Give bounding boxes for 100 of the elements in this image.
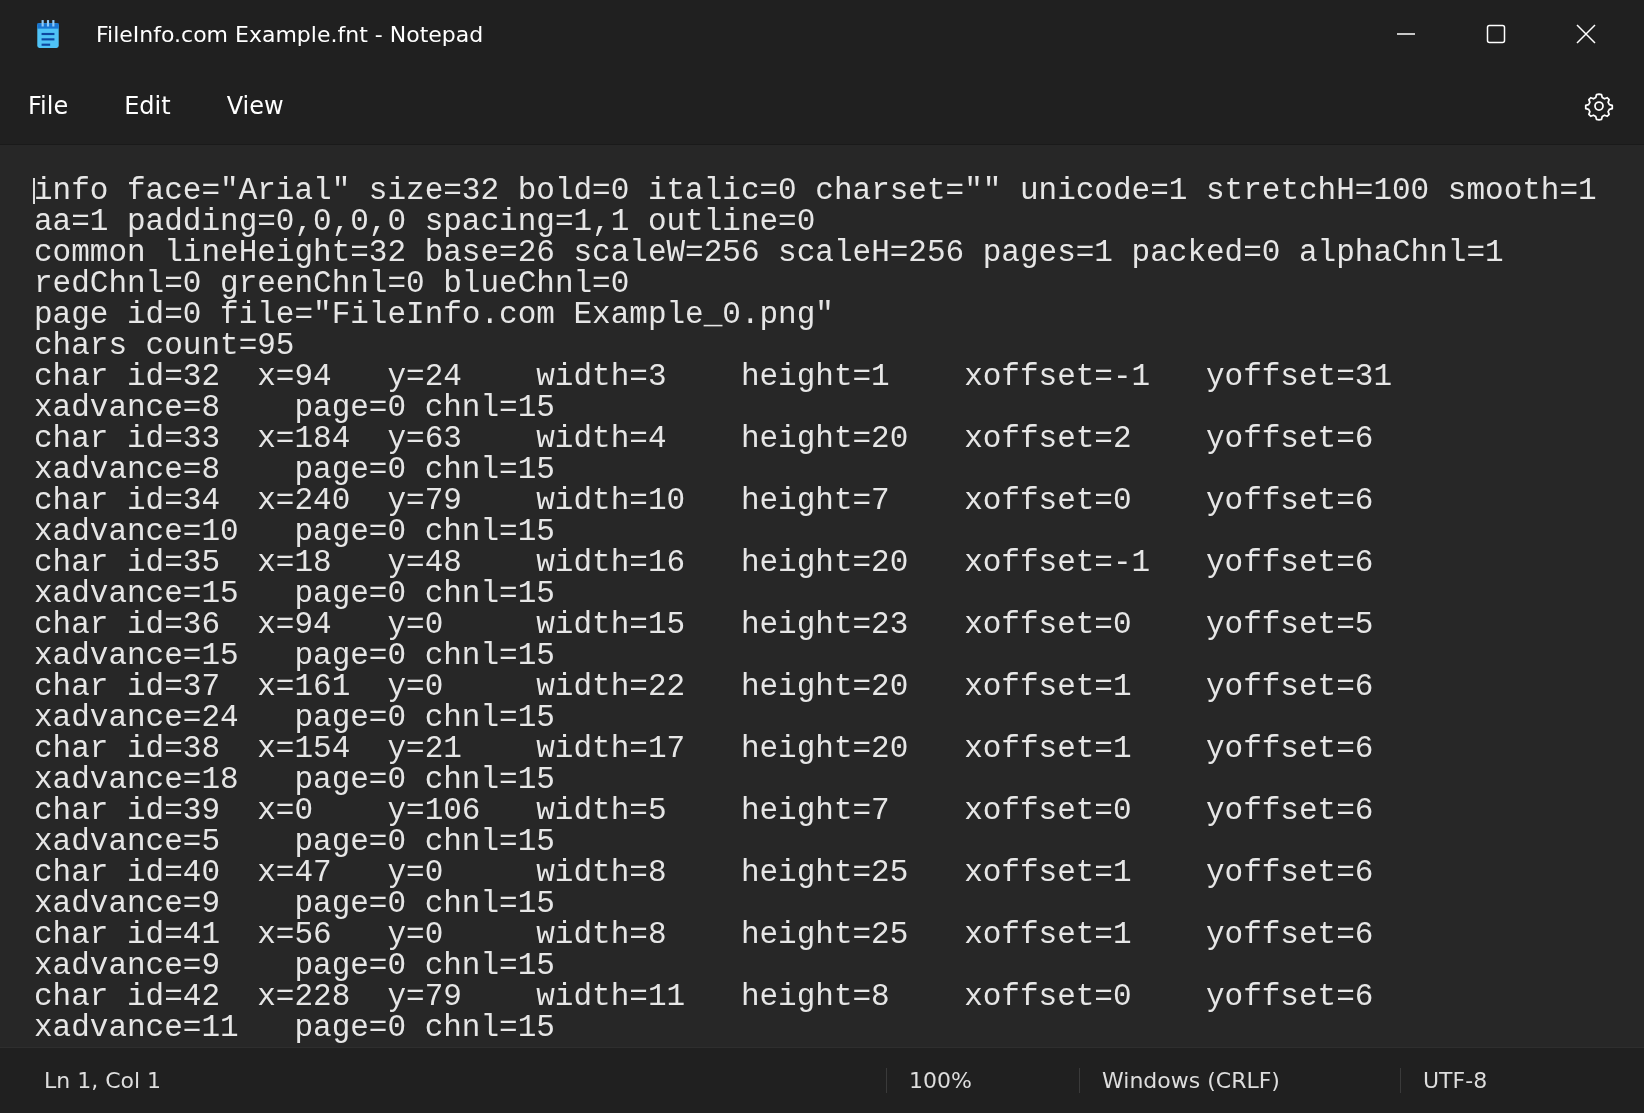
text-line: xoffset=1 bbox=[964, 733, 1133, 764]
text-line: xadvance=24 bbox=[34, 702, 240, 733]
text-line: char id=39 bbox=[34, 795, 222, 826]
text-line: y=0 bbox=[387, 919, 444, 950]
text-line: width=11 bbox=[536, 981, 687, 1012]
text-line: width=15 bbox=[536, 609, 687, 640]
zoom-level: 100% bbox=[886, 1068, 1079, 1093]
text-line: chnl=15 bbox=[424, 1012, 555, 1043]
menu-item[interactable]: Edit bbox=[124, 92, 171, 120]
text-line: xoffset=0 bbox=[964, 795, 1133, 826]
text-line: yoffset=6 bbox=[1205, 423, 1374, 454]
text-line: yoffset=6 bbox=[1205, 733, 1374, 764]
cursor-position: Ln 1, Col 1 bbox=[43, 1068, 163, 1093]
text-line: xadvance=11 bbox=[34, 1012, 240, 1043]
menu-item[interactable]: View bbox=[226, 92, 284, 120]
text-line: chnl=15 bbox=[424, 764, 555, 795]
text-line: xadvance=9 bbox=[34, 888, 222, 919]
text-line: y=106 bbox=[387, 795, 481, 826]
close-icon[interactable] bbox=[1576, 24, 1596, 44]
text-line: yoffset=6 bbox=[1205, 795, 1374, 826]
text-line: xadvance=18 bbox=[34, 764, 240, 795]
text-line: page=0 bbox=[294, 950, 407, 981]
text-line: char id=35 bbox=[34, 547, 221, 578]
text-line: width=17 bbox=[536, 733, 687, 764]
text-line: char id=40 bbox=[34, 857, 222, 888]
text-line: x=240 bbox=[257, 485, 351, 516]
text-line: height=1 bbox=[740, 361, 891, 392]
text-line: char id=41 bbox=[34, 919, 222, 950]
text-line: page=0 bbox=[294, 1012, 407, 1043]
text-line: page=0 bbox=[294, 702, 407, 733]
text-line: width=22 bbox=[536, 671, 687, 702]
text-line: page=0 bbox=[294, 392, 407, 423]
text-line: redChnl=0 greenChnl=0 blueChnl=0 bbox=[34, 268, 630, 299]
text-line: page id=0 file="FileInfo.com Example_0.png" bbox=[34, 299, 834, 330]
encoding: UTF-8 bbox=[1400, 1068, 1488, 1093]
text-line: xoffset=-1 bbox=[964, 547, 1152, 578]
text-line: x=18 bbox=[257, 547, 332, 578]
settings-icon[interactable] bbox=[1584, 91, 1614, 121]
text-line: char id=37 bbox=[34, 671, 221, 702]
text-line: chnl=15 bbox=[424, 578, 555, 609]
text-line: width=8 bbox=[536, 857, 668, 888]
text-line: yoffset=6 bbox=[1205, 671, 1374, 702]
text-line: xoffset=1 bbox=[964, 919, 1133, 950]
text-line: xoffset=1 bbox=[964, 671, 1133, 702]
text-line: xoffset=-1 bbox=[964, 361, 1152, 392]
text-line: x=94 bbox=[257, 361, 333, 392]
text-line: x=47 bbox=[257, 857, 332, 888]
notepad-icon bbox=[35, 19, 61, 49]
text-line: x=154 bbox=[257, 733, 351, 764]
menu-item[interactable]: File bbox=[28, 92, 69, 120]
text-line: yoffset=6 bbox=[1205, 547, 1374, 578]
text-line: height=7 bbox=[740, 795, 891, 826]
text-line: height=20 bbox=[740, 671, 910, 702]
text-line: page=0 bbox=[294, 578, 407, 609]
text-line: common lineHeight=32 base=26 scaleW=256 scaleH=256 pages=1 packed=0 alphaChnl=1 bbox=[34, 237, 1504, 268]
text-line: x=0 bbox=[257, 795, 314, 826]
text-line: chnl=15 bbox=[424, 888, 555, 919]
text-line: height=7 bbox=[740, 485, 891, 516]
text-line: height=20 bbox=[740, 423, 910, 454]
text-line: xadvance=15 bbox=[34, 640, 240, 671]
line-ending: Windows (CRLF) bbox=[1079, 1068, 1400, 1093]
text-line: height=20 bbox=[740, 733, 910, 764]
text-line: xadvance=8 bbox=[34, 454, 222, 485]
text-line: xoffset=0 bbox=[964, 981, 1133, 1012]
text-line: xoffset=0 bbox=[964, 485, 1133, 516]
text-line: x=94 bbox=[257, 609, 332, 640]
text-line: y=79 bbox=[387, 485, 462, 516]
text-line: y=48 bbox=[387, 547, 462, 578]
text-line: height=25 bbox=[740, 919, 910, 950]
text-line: y=0 bbox=[387, 671, 444, 702]
text-line: info face="Arial" size=32 bold=0 italic=0 charset="" unicode=1 stretchH=100 smooth=1 bbox=[34, 175, 1597, 206]
text-line: yoffset=6 bbox=[1205, 485, 1374, 516]
text-line: xadvance=8 bbox=[34, 392, 222, 423]
text-line: xadvance=9 bbox=[34, 950, 222, 981]
text-line: page=0 bbox=[294, 826, 407, 857]
text-cursor bbox=[33, 178, 35, 204]
text-line: xoffset=2 bbox=[964, 423, 1133, 454]
text-line: height=25 bbox=[740, 857, 910, 888]
text-line: chnl=15 bbox=[424, 516, 555, 547]
text-line: chnl=15 bbox=[424, 640, 555, 671]
text-line: xadvance=10 bbox=[34, 516, 240, 547]
text-line: chnl=15 bbox=[424, 454, 555, 485]
text-line: width=8 bbox=[536, 919, 668, 950]
text-line: width=10 bbox=[536, 485, 687, 516]
text-line: height=23 bbox=[740, 609, 910, 640]
text-line: height=8 bbox=[740, 981, 891, 1012]
text-line: page=0 bbox=[294, 454, 407, 485]
maximize-icon[interactable] bbox=[1486, 24, 1506, 44]
text-line: width=16 bbox=[536, 547, 687, 578]
text-line: yoffset=31 bbox=[1205, 361, 1392, 392]
text-line: width=3 bbox=[536, 361, 668, 392]
text-line: yoffset=6 bbox=[1205, 981, 1374, 1012]
text-line: x=161 bbox=[257, 671, 351, 702]
text-line: char id=32 bbox=[34, 361, 222, 392]
text-line: page=0 bbox=[294, 888, 407, 919]
text-line: yoffset=5 bbox=[1205, 609, 1374, 640]
text-line: page=0 bbox=[294, 516, 407, 547]
text-line: chnl=15 bbox=[424, 702, 555, 733]
text-line: char id=36 bbox=[34, 609, 221, 640]
text-line: y=0 bbox=[387, 857, 444, 888]
